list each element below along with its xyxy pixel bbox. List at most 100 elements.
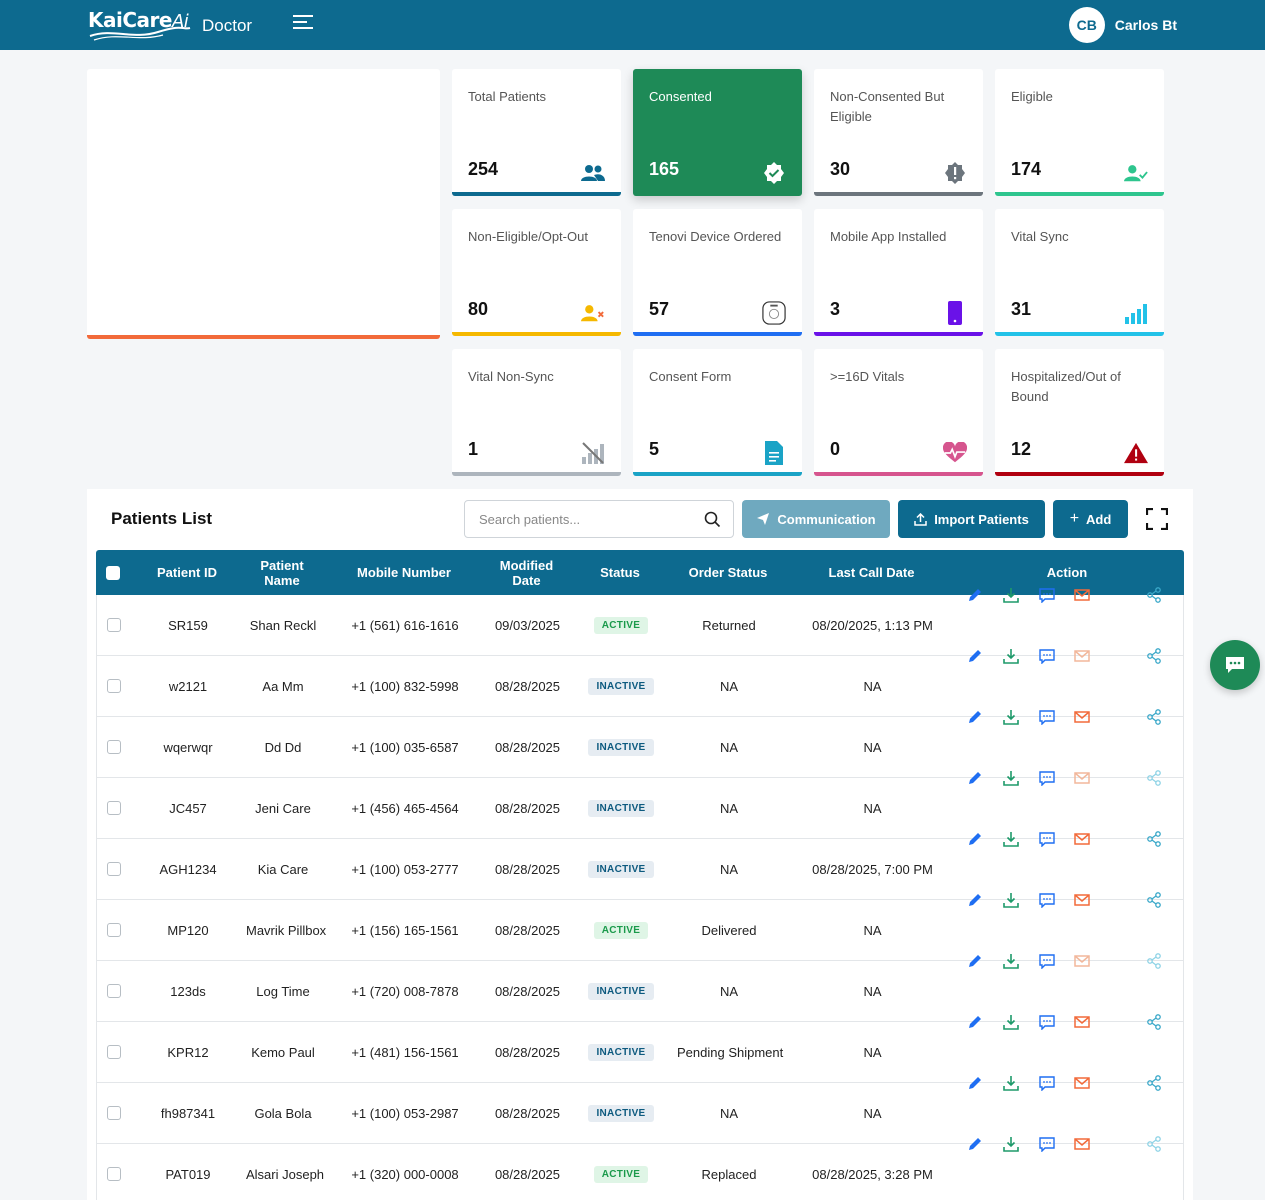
table-row[interactable]: MP120 Mavrik Pillbox +1 (156) 165-1561 08/2… [96,892,1184,961]
row-checkbox[interactable] [106,618,121,632]
row-checkbox[interactable] [106,862,121,876]
row-checkbox[interactable] [106,1106,121,1120]
stat-card-consented[interactable]: Consented 165 [633,69,802,196]
stat-card-non-consented-but-eligible[interactable]: Non-Consented But Eligible 30 [814,69,983,196]
patient-name[interactable]: Kemo Paul [246,1045,320,1060]
row-checkbox[interactable] [106,740,121,754]
download-icon[interactable] [1003,953,1019,969]
stat-card-hospitalized-out-of-bound[interactable]: Hospitalized/Out of Bound 12 [995,349,1164,476]
stat-card-eligible[interactable]: Eligible 174 [995,69,1164,196]
stat-card-tenovi-device-ordered[interactable]: Tenovi Device Ordered 57 [633,209,802,336]
row-checkbox[interactable] [106,923,121,937]
edit-icon[interactable] [967,648,983,664]
email-icon[interactable] [1074,1075,1090,1091]
search-input[interactable] [465,501,685,537]
edit-icon[interactable] [967,831,983,847]
table-row[interactable]: wqerwqr Dd Dd +1 (100) 035-6587 08/28/2025 I… [96,709,1184,778]
share-icon[interactable] [1146,831,1162,847]
table-row[interactable]: AGH1234 Kia Care +1 (100) 053-2777 08/28/20… [96,831,1184,900]
patient-id[interactable]: JC457 [130,801,246,816]
patient-id[interactable]: 123ds [130,984,246,999]
download-icon[interactable] [1003,770,1019,786]
message-icon[interactable] [1039,892,1055,909]
patient-id[interactable]: w2121 [130,679,246,694]
fullscreen-icon[interactable] [1146,508,1168,530]
share-icon[interactable] [1146,953,1162,969]
stat-card-consent-form[interactable]: Consent Form 5 [633,349,802,476]
menu-toggle-icon[interactable] [293,15,315,35]
patient-id[interactable]: MP120 [130,923,246,938]
stat-card-vital-sync[interactable]: Vital Sync 31 [995,209,1164,336]
select-all-checkbox[interactable] [105,565,120,580]
patient-id[interactable]: AGH1234 [130,862,246,877]
stat-card-mobile-app-installed[interactable]: Mobile App Installed 3 [814,209,983,336]
share-icon[interactable] [1146,648,1162,664]
col-patient-name[interactable]: Patient Name [245,558,319,588]
col-order-status[interactable]: Order Status [676,565,780,580]
download-icon[interactable] [1003,709,1019,725]
patient-name[interactable]: Log Time [246,984,320,999]
row-checkbox[interactable] [106,984,121,998]
stat-card-vital-non-sync[interactable]: Vital Non-Sync 1 [452,349,621,476]
email-icon[interactable] [1074,648,1090,664]
row-checkbox[interactable] [106,801,121,815]
email-icon[interactable] [1074,709,1090,725]
share-icon[interactable] [1146,1075,1162,1091]
edit-icon[interactable] [967,770,983,786]
message-icon[interactable] [1039,709,1055,726]
email-icon[interactable] [1074,770,1090,786]
download-icon[interactable] [1003,648,1019,664]
col-mobile-number[interactable]: Mobile Number [319,565,489,580]
share-icon[interactable] [1146,587,1162,603]
import-patients-button[interactable]: Import Patients [898,500,1045,538]
edit-icon[interactable] [967,1136,983,1152]
patient-name[interactable]: Gola Bola [246,1106,320,1121]
download-icon[interactable] [1003,892,1019,908]
communication-button[interactable]: Communication [742,500,890,538]
user-menu[interactable]: CB Carlos Bt [1068,7,1177,43]
message-icon[interactable] [1039,953,1055,970]
patient-name[interactable]: Aa Mm [246,679,320,694]
table-row[interactable]: PAT019 Alsari Joseph +1 (320) 000-0008 08/2… [96,1136,1184,1200]
edit-icon[interactable] [967,587,983,603]
email-icon[interactable] [1074,953,1090,969]
table-row[interactable]: SR159 Shan Reckl +1 (561) 616-1616 09/03/20… [96,587,1184,656]
stat-card-total-patients[interactable]: Total Patients 254 [452,69,621,196]
edit-icon[interactable] [967,892,983,908]
share-icon[interactable] [1146,770,1162,786]
col-patient-id[interactable]: Patient ID [129,565,245,580]
message-icon[interactable] [1039,1014,1055,1031]
patient-name[interactable]: Dd Dd [246,740,320,755]
patient-name[interactable]: Mavrik Pillbox [246,923,326,938]
edit-icon[interactable] [967,953,983,969]
stat-card-non-eligible-opt-out[interactable]: Non-Eligible/Opt-Out 80 [452,209,621,336]
download-icon[interactable] [1003,1014,1019,1030]
email-icon[interactable] [1074,892,1090,908]
email-icon[interactable] [1074,1136,1090,1152]
patient-name[interactable]: Jeni Care [246,801,320,816]
download-icon[interactable] [1003,1075,1019,1091]
chat-fab-button[interactable] [1210,640,1260,690]
message-icon[interactable] [1039,1075,1055,1092]
col-modified-date[interactable]: Modified Date [489,558,564,588]
share-icon[interactable] [1146,1014,1162,1030]
email-icon[interactable] [1074,831,1090,847]
patient-name[interactable]: Alsari Joseph [246,1167,324,1182]
download-icon[interactable] [1003,831,1019,847]
message-icon[interactable] [1039,1136,1055,1153]
table-row[interactable]: 123ds Log Time +1 (720) 008-7878 08/28/2025… [96,953,1184,1022]
patient-id[interactable]: SR159 [130,618,246,633]
table-row[interactable]: fh987341 Gola Bola +1 (100) 053-2987 08/28/… [96,1075,1184,1144]
row-checkbox[interactable] [106,679,121,693]
share-icon[interactable] [1146,709,1162,725]
message-icon[interactable] [1039,648,1055,665]
stat-card-16d-vitals[interactable]: >=16D Vitals 0 [814,349,983,476]
email-icon[interactable] [1074,587,1090,603]
kaicare-logo[interactable]: KaiCareAi [88,8,192,42]
message-icon[interactable] [1039,770,1055,787]
table-row[interactable]: KPR12 Kemo Paul +1 (481) 156-1561 08/28/202… [96,1014,1184,1083]
email-icon[interactable] [1074,1014,1090,1030]
patient-id[interactable]: PAT019 [130,1167,246,1182]
patient-id[interactable]: wqerwqr [130,740,246,755]
patient-id[interactable]: fh987341 [130,1106,246,1121]
